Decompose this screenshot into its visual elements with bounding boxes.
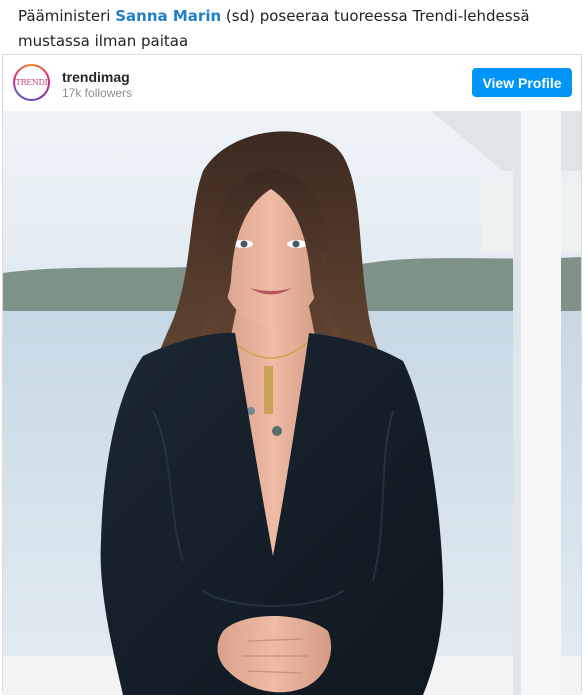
pillar-shadow [513, 111, 521, 695]
view-profile-button[interactable]: View Profile [472, 68, 572, 97]
headline-name-link[interactable]: Sanna Marin [115, 7, 221, 25]
follower-count: 17k followers [62, 86, 133, 100]
instagram-embed: TRENDI trendimag 17k followers View Prof… [2, 54, 582, 695]
post-photo[interactable] [3, 111, 581, 695]
pendant-stone-2 [272, 426, 282, 436]
profile-username[interactable]: trendimag [62, 69, 130, 85]
article-headline: Pääministeri Sanna Marin (sd) poseeraa t… [18, 4, 578, 54]
necklace-pendant [264, 366, 273, 414]
left-iris [240, 240, 248, 248]
avatar-logo-text: TRENDI [15, 66, 48, 99]
headline-prefix: Pääministeri [18, 7, 116, 25]
right-iris [292, 240, 300, 248]
trendi-logo-icon[interactable]: TRENDI [13, 64, 50, 101]
embed-header: TRENDI trendimag 17k followers View Prof… [3, 55, 581, 111]
